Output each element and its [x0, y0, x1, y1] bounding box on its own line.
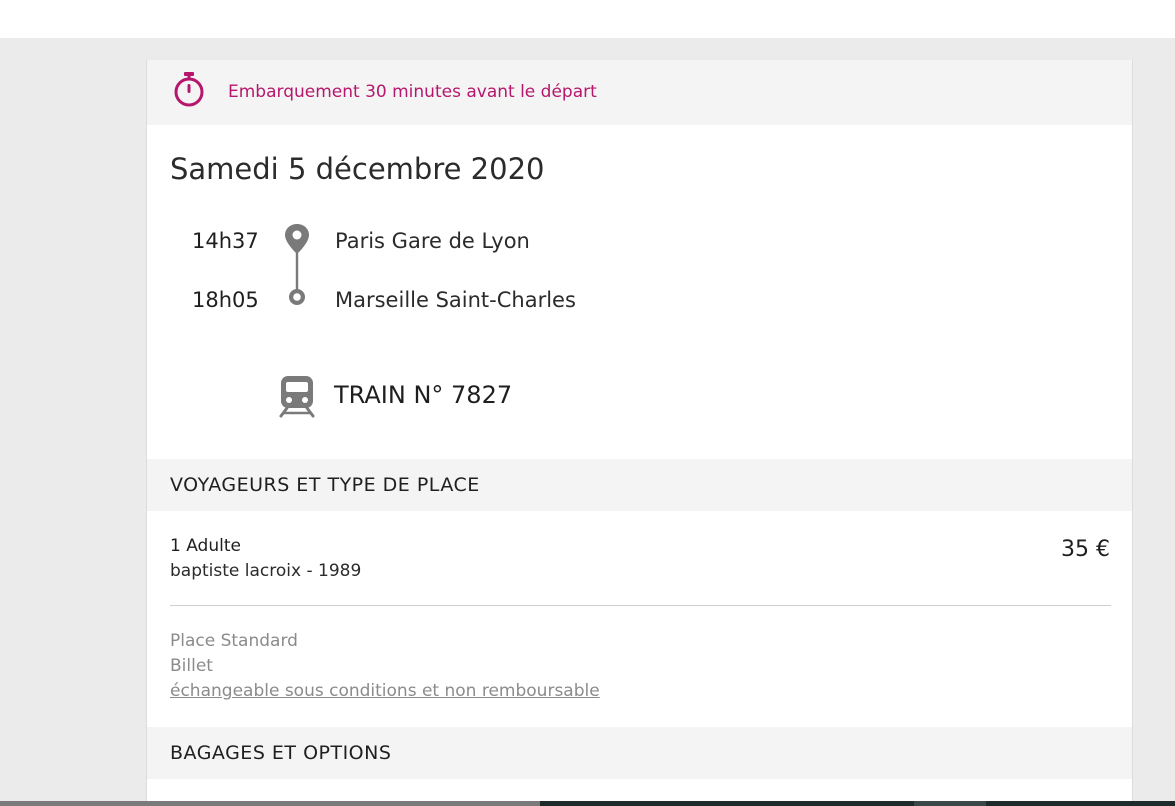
section-options-title: BAGAGES ET OPTIONS	[170, 742, 392, 764]
boarding-notice-text: Embarquement 30 minutes avant le départ	[228, 82, 597, 102]
top-strip	[0, 0, 1175, 38]
section-travellers-header: VOYAGEURS ET TYPE DE PLACE	[147, 459, 1132, 511]
taskbar-segment	[540, 801, 914, 806]
taskbar-segment	[986, 801, 1175, 806]
section-travellers-title: VOYAGEURS ET TYPE DE PLACE	[170, 474, 480, 496]
boarding-notice: Embarquement 30 minutes avant le départ	[147, 60, 1132, 125]
travel-date: Samedi 5 décembre 2020	[170, 152, 545, 186]
departure-station: Paris Gare de Lyon	[335, 229, 530, 253]
divider	[170, 605, 1111, 606]
train-number: TRAIN N° 7827	[334, 381, 513, 409]
seat-class: Place Standard	[170, 631, 298, 651]
arrival-time: 18h05	[192, 288, 259, 312]
departure-time: 14h37	[192, 229, 259, 253]
journey-card: Embarquement 30 minutes avant le départ …	[146, 60, 1133, 806]
arrival-station: Marseille Saint-Charles	[335, 288, 576, 312]
passenger-type: 1 Adulte	[170, 536, 241, 556]
ticket-price: 35 €	[1061, 537, 1110, 562]
ticket-label: Billet	[170, 656, 213, 676]
section-options-header: BAGAGES ET OPTIONS	[147, 727, 1132, 779]
stopwatch-icon	[171, 72, 207, 112]
bottom-taskbar-edge	[0, 801, 1175, 806]
taskbar-segment	[914, 801, 986, 806]
route-line-icon	[285, 224, 309, 305]
train-icon	[277, 374, 317, 422]
conditions-link[interactable]: échangeable sous conditions et non rembo…	[170, 681, 600, 701]
passenger-name: baptiste lacroix - 1989	[170, 561, 362, 581]
